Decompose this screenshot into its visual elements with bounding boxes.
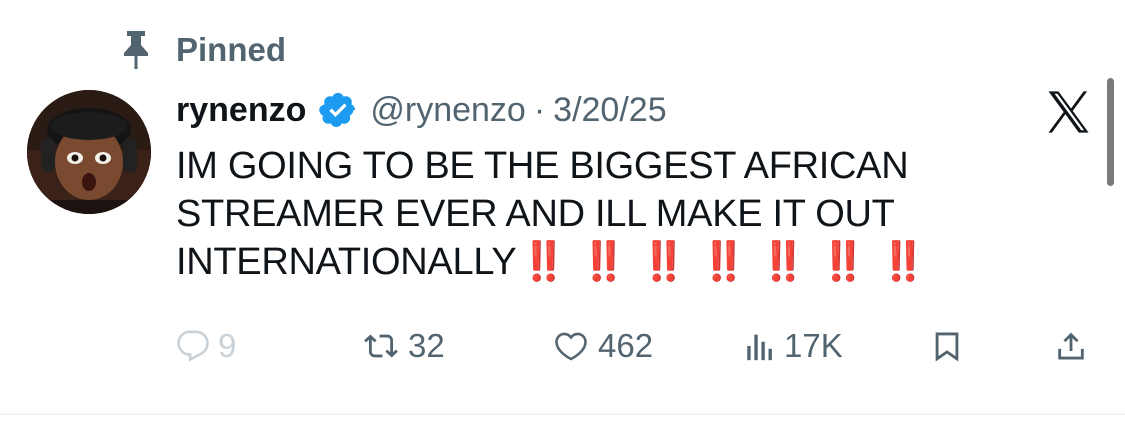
pin-icon (118, 28, 154, 72)
view-count: 17K (784, 327, 843, 364)
tweet-header: rynenzo @rynenzo · 3/20/25 (176, 84, 667, 136)
heart-icon (552, 329, 590, 363)
like-button[interactable]: 462 (552, 320, 653, 372)
user-handle[interactable]: @rynenzo (370, 91, 525, 130)
pinned-indicator: Pinned (118, 28, 286, 72)
tweet-date[interactable]: 3/20/25 (553, 91, 666, 130)
repost-button[interactable]: 32 (362, 320, 445, 372)
verified-badge-icon (318, 90, 358, 130)
avatar[interactable] (27, 90, 151, 214)
separator-dot: · (533, 90, 546, 129)
tweet-text: IM GOING TO BE THE BIGGEST AFRICAN STREA… (176, 142, 1036, 286)
reply-button[interactable]: 9 (176, 320, 236, 372)
repost-count: 32 (408, 327, 445, 364)
share-button[interactable] (1054, 320, 1088, 372)
repost-icon (362, 329, 400, 363)
like-count: 462 (598, 327, 654, 364)
views-chart-icon (744, 329, 776, 363)
scrollbar[interactable] (1107, 78, 1114, 186)
views-button[interactable]: 17K (744, 320, 843, 372)
bookmark-icon (930, 328, 964, 364)
bookmark-button[interactable] (930, 320, 964, 372)
display-name[interactable]: rynenzo (176, 91, 306, 130)
reply-icon (176, 329, 210, 363)
share-icon (1054, 328, 1088, 364)
bottom-divider (0, 413, 1125, 415)
pinned-label: Pinned (176, 31, 287, 68)
x-logo-icon (1042, 86, 1094, 138)
tweet-actions: 9 32 462 17K (0, 320, 1125, 372)
reply-count: 9 (218, 327, 237, 364)
emphasis-emoji: ‼️ ‼️ ‼️ ‼️ ‼️ ‼️ ‼️ (520, 241, 928, 283)
